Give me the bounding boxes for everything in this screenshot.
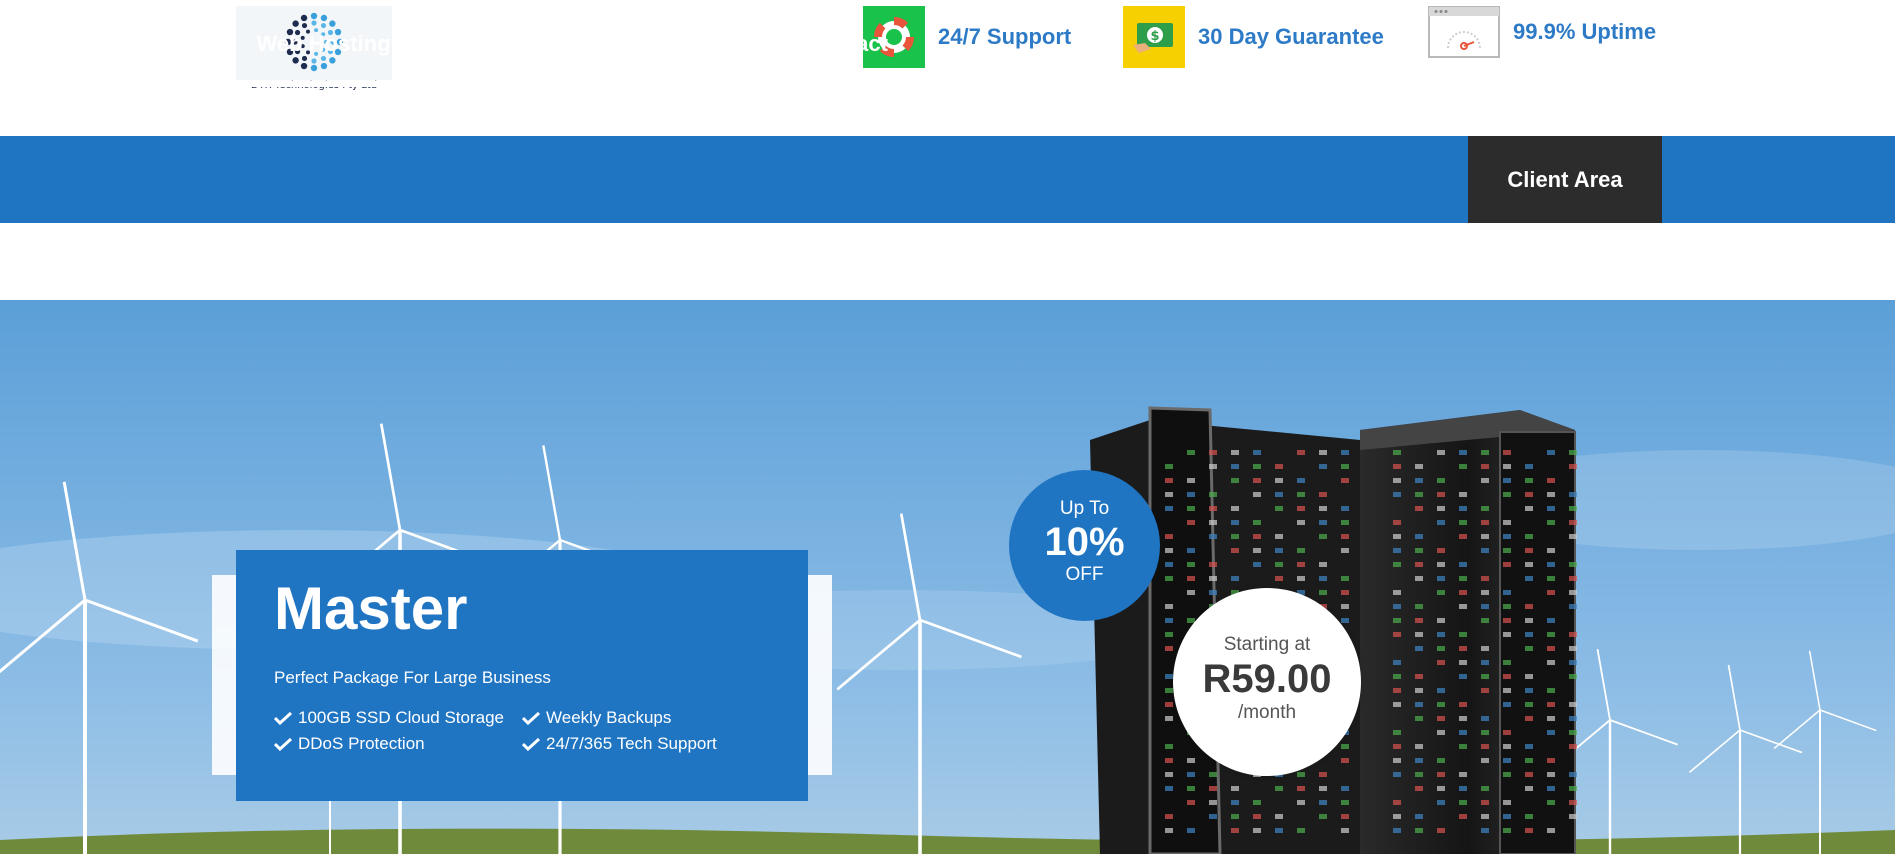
discount-badge: Up To 10% OFF bbox=[1009, 470, 1160, 621]
plan-subtitle: Perfect Package For Large Business bbox=[274, 668, 551, 687]
price-badge: Starting at R59.00 /month bbox=[1173, 588, 1361, 776]
page: DTR Technologies Pty Ltd 24/7 Support $ … bbox=[0, 0, 1895, 854]
plan-feature-item: DDoS Protection bbox=[274, 734, 522, 754]
feature-support-label: 24/7 Support bbox=[938, 24, 1072, 49]
plan-feature-label: Weekly Backups bbox=[546, 708, 672, 727]
plan-features: 100GB SSD Cloud Storage Weekly Backups D… bbox=[274, 708, 770, 754]
discount-prefix: Up To bbox=[1059, 498, 1110, 519]
promo-card: Master Perfect Package For Large Busines… bbox=[236, 550, 808, 801]
nav-domains[interactable]: Domains bbox=[422, 0, 537, 87]
nav-web-hosting[interactable]: Web Hosting bbox=[236, 0, 411, 87]
plan-title: Master bbox=[274, 575, 468, 642]
speedometer-icon bbox=[1428, 6, 1500, 58]
nav-contact[interactable]: Contact bbox=[792, 0, 902, 87]
check-icon bbox=[522, 737, 540, 751]
check-icon bbox=[274, 711, 292, 725]
discount-value: 10% bbox=[1044, 520, 1125, 564]
plan-feature-label: 100GB SSD Cloud Storage bbox=[298, 708, 505, 727]
plan-feature-label: 24/7/365 Tech Support bbox=[546, 734, 717, 753]
feature-uptime: 99.9% Uptime bbox=[1428, 4, 1656, 60]
svg-text:$: $ bbox=[1150, 29, 1159, 44]
feature-uptime-label: 99.9% Uptime bbox=[1513, 19, 1657, 44]
feature-guarantee: $ 30 Day Guarantee bbox=[1123, 5, 1384, 69]
plan-feature-item: 24/7/365 Tech Support bbox=[522, 734, 762, 754]
check-icon bbox=[274, 737, 292, 751]
price-period: /month bbox=[1237, 702, 1297, 723]
price-amount: R59.00 bbox=[1202, 657, 1332, 701]
discount-suffix: OFF bbox=[1065, 564, 1104, 585]
plan-feature-item: 100GB SSD Cloud Storage bbox=[274, 708, 522, 728]
feature-guarantee-label: 30 Day Guarantee bbox=[1198, 24, 1384, 49]
price-prefix: Starting at bbox=[1223, 634, 1311, 655]
plan-feature-label: DDoS Protection bbox=[298, 734, 425, 753]
plan-feature-item: Weekly Backups bbox=[522, 708, 762, 728]
client-area-button[interactable]: Client Area bbox=[1468, 136, 1662, 223]
nav-monthly-mtn-data[interactable]: Monthly MTN Data bbox=[554, 0, 776, 87]
check-icon bbox=[522, 711, 540, 725]
money-back-icon: $ bbox=[1123, 6, 1185, 68]
